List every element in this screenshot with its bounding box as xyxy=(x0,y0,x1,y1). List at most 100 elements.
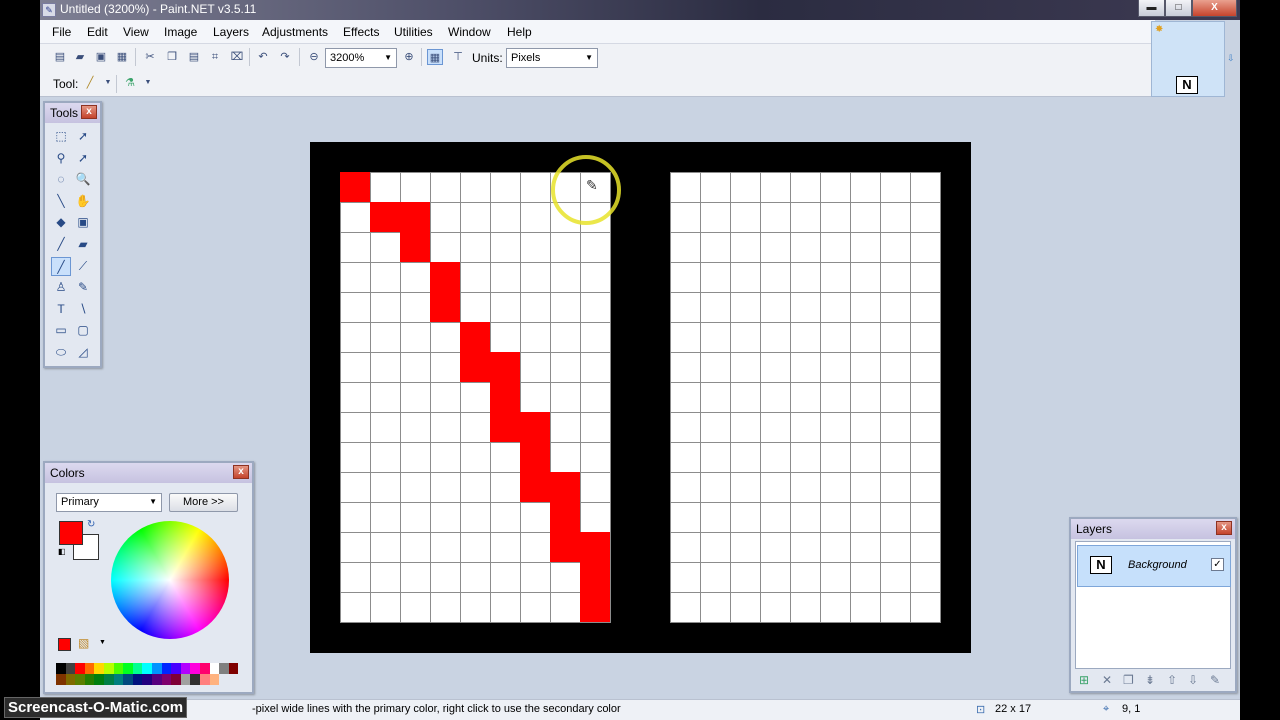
palette-swatch[interactable] xyxy=(199,663,210,674)
menu-edit[interactable]: Edit xyxy=(87,25,108,39)
palette-swatch[interactable] xyxy=(142,663,152,674)
palette-swatch[interactable] xyxy=(199,674,210,685)
palette-swatch[interactable] xyxy=(103,663,114,674)
undo-icon[interactable]: ↶ xyxy=(255,49,271,65)
duplicate-layer-icon[interactable]: ❐ xyxy=(1123,673,1134,687)
zoom-in-icon[interactable]: ⊕ xyxy=(401,49,417,65)
pencil-icon[interactable]: ╱ xyxy=(51,256,71,276)
gradient-icon[interactable]: ▣ xyxy=(73,213,93,232)
minimize-button[interactable]: ▬ xyxy=(1138,0,1165,17)
rectangle-select-icon[interactable]: ⬚ xyxy=(51,127,71,146)
move-up-icon[interactable]: ⇧ xyxy=(1167,673,1177,687)
image-thumbnail[interactable]: N xyxy=(1176,76,1198,94)
delete-layer-icon[interactable]: ✕ xyxy=(1102,673,1112,687)
grid-icon[interactable]: ▦ xyxy=(427,49,443,65)
close-button[interactable]: X xyxy=(1192,0,1237,17)
palette-swatch[interactable] xyxy=(65,663,76,674)
more-button[interactable]: More >> xyxy=(169,493,238,512)
deselect-icon[interactable]: ⌧ xyxy=(229,49,245,65)
move-selection-icon[interactable]: ➚ xyxy=(73,127,93,146)
palette-menu-icon[interactable]: ▧ xyxy=(78,636,89,650)
palette-swatch[interactable] xyxy=(209,674,220,685)
add-layer-icon[interactable]: ⊞ xyxy=(1079,673,1089,687)
text-icon[interactable]: T xyxy=(51,300,71,319)
palette-swatch[interactable] xyxy=(151,663,162,674)
menu-view[interactable]: View xyxy=(123,25,149,39)
menu-help[interactable]: Help xyxy=(507,25,532,39)
magic-wand-icon[interactable]: ╲ xyxy=(51,192,71,211)
colors-panel-close-button[interactable]: x xyxy=(233,465,249,479)
palette-swatch[interactable] xyxy=(171,674,181,685)
palette-swatch[interactable] xyxy=(84,674,95,685)
paste-icon[interactable]: ▤ xyxy=(186,49,202,65)
pencil-icon[interactable]: ╱ xyxy=(82,75,98,91)
palette-swatch[interactable] xyxy=(56,674,66,685)
redo-icon[interactable]: ↷ xyxy=(277,49,293,65)
palette-swatch[interactable] xyxy=(123,663,133,674)
paint-bucket-icon[interactable]: ◆ xyxy=(51,213,71,232)
clone-stamp-icon[interactable]: ♙ xyxy=(51,278,71,297)
palette-swatch[interactable] xyxy=(113,663,124,674)
menu-window[interactable]: Window xyxy=(448,25,491,39)
palette-swatch[interactable] xyxy=(103,674,114,685)
crop-icon[interactable]: ⌗ xyxy=(207,49,223,65)
add-to-palette-icon[interactable] xyxy=(58,638,71,651)
new-icon[interactable]: ▤ xyxy=(52,49,68,65)
palette-swatch[interactable] xyxy=(190,663,200,674)
menu-utilities[interactable]: Utilities xyxy=(394,25,433,39)
layers-panel-close-button[interactable]: x xyxy=(1216,521,1232,535)
units-combo[interactable]: Pixels ▼ xyxy=(506,48,598,68)
palette-swatch[interactable] xyxy=(190,674,200,685)
menu-image[interactable]: Image xyxy=(164,25,197,39)
reset-colors-icon[interactable]: ◧ xyxy=(58,547,66,556)
menu-adjustments[interactable]: Adjustments xyxy=(262,25,328,39)
palette-swatch[interactable] xyxy=(219,663,229,674)
color-picker-icon[interactable]: ⟋ xyxy=(73,257,93,276)
merge-layer-icon[interactable]: ⇟ xyxy=(1145,673,1155,687)
primary-color-swatch[interactable] xyxy=(59,521,83,545)
palette-swatch[interactable] xyxy=(209,663,220,674)
swap-colors-icon[interactable]: ↻ xyxy=(87,519,95,530)
menu-file[interactable]: File xyxy=(52,25,71,39)
eraser-icon[interactable]: ▰ xyxy=(73,235,93,254)
palette-swatch[interactable] xyxy=(161,674,172,685)
rectangle-icon[interactable]: ▭ xyxy=(51,321,71,340)
zoom-icon[interactable]: 🔍 xyxy=(73,170,93,189)
print-icon[interactable]: ▦ xyxy=(114,49,130,65)
layer-visibility-checkbox[interactable]: ✓ xyxy=(1211,558,1224,571)
palette-swatch[interactable] xyxy=(142,674,152,685)
rounded-rectangle-icon[interactable]: ▢ xyxy=(73,321,93,340)
color-wheel[interactable] xyxy=(111,521,229,639)
ellipse-icon[interactable]: ⬭ xyxy=(51,343,71,362)
palette-swatch[interactable] xyxy=(65,674,76,685)
properties-icon[interactable]: ✎ xyxy=(1210,673,1220,687)
palette-swatch[interactable] xyxy=(75,663,85,674)
palette-swatch[interactable] xyxy=(94,663,104,674)
recolor-icon[interactable]: ✎ xyxy=(73,278,93,297)
palette-swatch[interactable] xyxy=(228,663,239,674)
maximize-button[interactable]: □ xyxy=(1165,0,1192,17)
palette-swatch[interactable] xyxy=(132,663,143,674)
ruler-icon[interactable]: ⊤ xyxy=(450,49,466,65)
canvas-right-grid[interactable] xyxy=(670,172,941,623)
palette-swatch[interactable] xyxy=(180,674,191,685)
palette-swatch[interactable] xyxy=(180,663,191,674)
freeform-shape-icon[interactable]: ◿ xyxy=(73,343,93,362)
tools-panel-close-button[interactable]: x xyxy=(81,105,97,119)
palette-swatch[interactable] xyxy=(161,663,172,674)
palette-swatch[interactable] xyxy=(56,663,66,674)
chevron-down-icon[interactable]: ▼ xyxy=(99,639,106,646)
palette-swatch[interactable] xyxy=(75,674,85,685)
palette-swatch[interactable] xyxy=(84,663,95,674)
pan-icon[interactable]: ✋ xyxy=(73,192,93,211)
palette-swatch[interactable] xyxy=(123,674,133,685)
save-icon[interactable]: ▣ xyxy=(93,49,109,65)
canvas-left-grid[interactable] xyxy=(340,172,611,623)
cut-icon[interactable]: ✂ xyxy=(142,49,158,65)
open-icon[interactable]: ▰ xyxy=(72,49,88,65)
thumbnail-dropdown-icon[interactable]: ⇩ xyxy=(1227,53,1235,64)
menu-layers[interactable]: Layers xyxy=(213,25,249,39)
menu-effects[interactable]: Effects xyxy=(343,25,379,39)
palette-swatch[interactable] xyxy=(132,674,143,685)
move-selected-icon[interactable]: ➚ xyxy=(73,149,93,168)
